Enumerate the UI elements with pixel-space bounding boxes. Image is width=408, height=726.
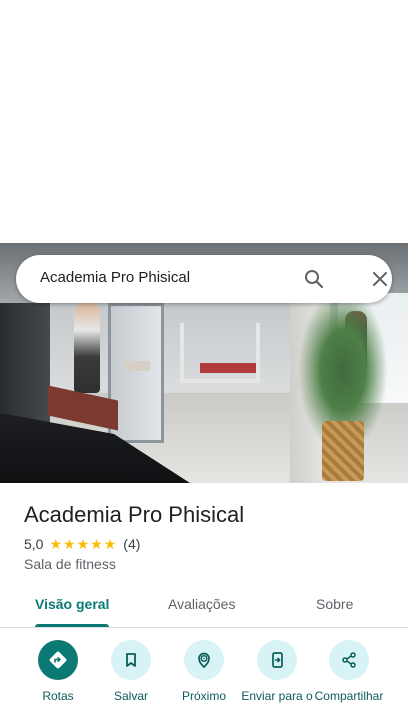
star-icon: ★ bbox=[103, 536, 117, 552]
save-button[interactable]: Salvar bbox=[91, 640, 171, 703]
map-area bbox=[0, 0, 408, 243]
share-button[interactable]: Compartilhar bbox=[309, 640, 389, 703]
close-icon[interactable] bbox=[368, 267, 392, 291]
star-icon: ★ bbox=[63, 536, 76, 552]
star-rating: ★ ★ ★ ★ ★ bbox=[49, 537, 117, 551]
send-to-phone-label: Enviar para o bbox=[241, 689, 313, 703]
star-icon: ★ bbox=[49, 536, 63, 552]
rating-value: 5,0 bbox=[24, 536, 44, 552]
photo-person bbox=[74, 303, 100, 393]
review-count[interactable]: (4) bbox=[123, 536, 140, 552]
search-icon[interactable] bbox=[302, 267, 326, 291]
photo-left-panel bbox=[0, 303, 50, 423]
place-title: Academia Pro Phisical bbox=[24, 502, 245, 527]
star-icon: ★ bbox=[90, 536, 103, 552]
search-input[interactable]: Academia Pro Phisical bbox=[40, 269, 190, 286]
star-icon: ★ bbox=[76, 536, 90, 552]
nearby-button[interactable]: Próximo bbox=[164, 640, 244, 703]
photo-machine-label bbox=[124, 361, 150, 371]
place-category: Sala de fitness bbox=[24, 556, 116, 572]
tab-bar: Visão geral Avaliações Sobre bbox=[0, 585, 408, 628]
tab-reviews[interactable]: Avaliações bbox=[168, 596, 235, 612]
photo-pot bbox=[322, 421, 364, 481]
photo-rack bbox=[180, 323, 260, 383]
tab-indicator bbox=[35, 624, 109, 627]
nearby-icon[interactable] bbox=[184, 640, 224, 680]
share-label: Compartilhar bbox=[314, 689, 384, 703]
nearby-label: Próximo bbox=[181, 689, 226, 703]
send-to-phone-icon[interactable] bbox=[257, 640, 297, 680]
directions-label: Rotas bbox=[42, 689, 74, 703]
photo-red-seat bbox=[200, 363, 256, 373]
action-bar: Rotas Salvar Próximo Enviar para o Compa… bbox=[0, 640, 408, 726]
rating-row[interactable]: 5,0 ★ ★ ★ ★ ★ (4) bbox=[24, 536, 140, 552]
tab-about[interactable]: Sobre bbox=[316, 596, 353, 612]
directions-icon[interactable] bbox=[38, 640, 78, 680]
tab-overview[interactable]: Visão geral bbox=[35, 596, 109, 612]
bookmark-icon[interactable] bbox=[111, 640, 151, 680]
search-bar[interactable]: Academia Pro Phisical bbox=[16, 255, 392, 303]
send-to-phone-button[interactable]: Enviar para o bbox=[237, 640, 317, 703]
save-label: Salvar bbox=[113, 689, 148, 703]
directions-button[interactable]: Rotas bbox=[18, 640, 98, 703]
share-icon[interactable] bbox=[329, 640, 369, 680]
